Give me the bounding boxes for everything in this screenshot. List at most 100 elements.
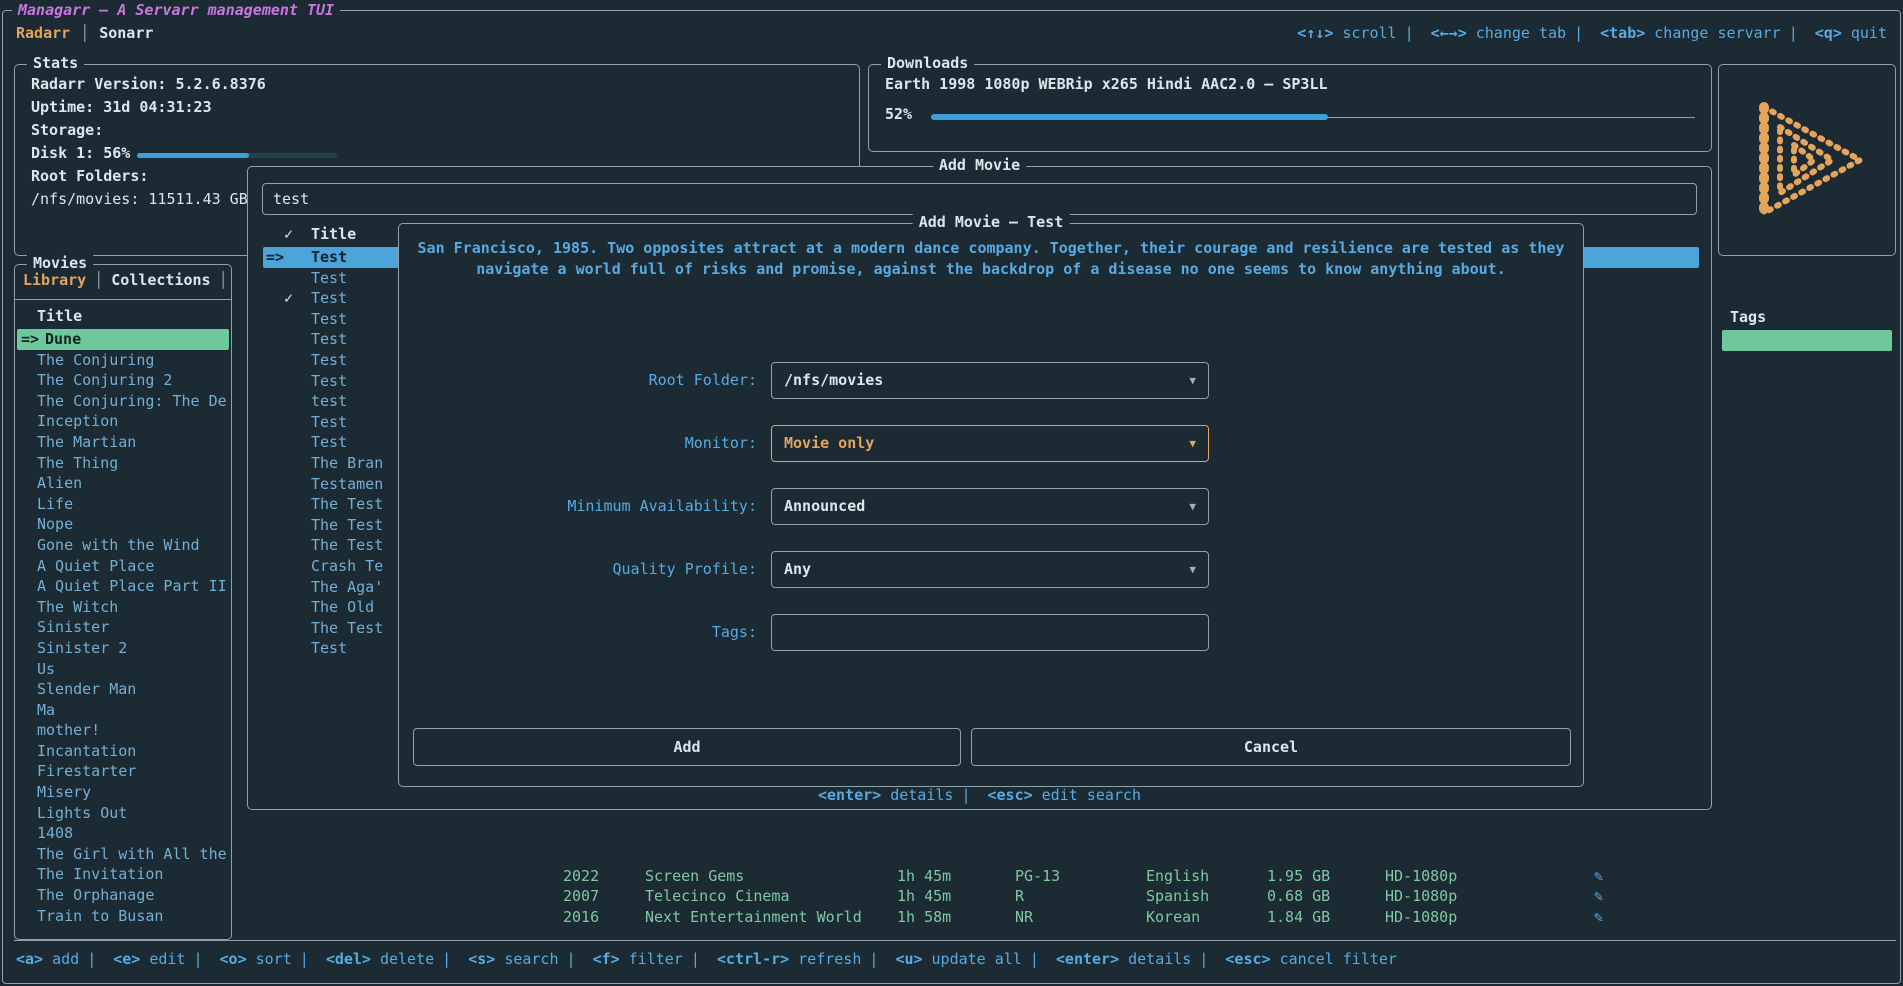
chevron-down-icon: ▼ <box>1189 489 1196 524</box>
movie-title: Life <box>17 494 229 515</box>
keybind-hint: <↑↓>scroll| <box>1297 24 1421 42</box>
keybind-hint: <esc>cancel filter| <box>1225 950 1397 968</box>
field-value-select[interactable]: Announced ▼ <box>771 488 1209 525</box>
library-table-row[interactable]: 2016 Next Entertainment World 1h 58m NR … <box>238 907 1896 928</box>
movie-list-item[interactable]: Misery <box>17 782 229 803</box>
movie-list-item[interactable]: The Thing <box>17 453 229 474</box>
movie-list-item[interactable]: The Conjuring 2 <box>17 370 229 391</box>
header-keybinds: <↑↓>scroll| <←→>change tab| <tab>change … <box>1297 24 1887 42</box>
movie-list-item[interactable]: Inception <box>17 411 229 432</box>
movie-list-item[interactable]: A Quiet Place <box>17 556 229 577</box>
cancel-button[interactable]: Cancel <box>971 728 1571 766</box>
movie-list-item[interactable]: Life <box>17 494 229 515</box>
add-button[interactable]: Add <box>413 728 961 766</box>
movies-tab-separator <box>15 299 231 300</box>
field-value-select[interactable]: Movie only ▼ <box>771 425 1209 462</box>
keybind-hint: <ctrl-r>refresh| <box>717 950 887 968</box>
movies-panel: Movies Library│Collections│ Title => Dun… <box>14 264 232 940</box>
tab-library[interactable]: Library <box>23 271 86 289</box>
movie-list-item[interactable]: mother! <box>17 720 229 741</box>
movie-list-item[interactable]: The Girl with All the <box>17 844 229 865</box>
tab-collections[interactable]: Collections <box>111 271 210 289</box>
field-value-select[interactable]: Any ▼ <box>771 551 1209 588</box>
movie-quality: HD-1080p <box>1385 907 1457 928</box>
movie-list-item[interactable]: Gone with the Wind <box>17 535 229 556</box>
field-label: Monitor: <box>399 425 757 462</box>
movie-size: 1.95 GB <box>1267 866 1330 887</box>
movie-list-item[interactable]: Us <box>17 659 229 680</box>
keybind-hint: <a>add| <box>16 950 104 968</box>
logo-wrap <box>1719 65 1895 255</box>
check-icon: ✓ <box>284 288 293 309</box>
movie-list-item[interactable]: The Conjuring: The De <box>17 391 229 412</box>
movie-year: 2022 <box>563 866 599 887</box>
add-movie-detail-modal: Add Movie — Test San Francisco, 1985. Tw… <box>398 223 1584 787</box>
movie-search-input[interactable] <box>262 183 1697 215</box>
field-label: Root Folder: <box>399 362 757 399</box>
chevron-down-icon: ▼ <box>1189 426 1196 461</box>
movie-size: 1.84 GB <box>1267 907 1330 928</box>
movie-list-item[interactable]: 1408 <box>17 823 229 844</box>
movie-list-item[interactable]: The Martian <box>17 432 229 453</box>
form-field-row: Root Folder: /nfs/movies ▼ <box>399 362 1583 399</box>
movie-language: Spanish <box>1146 886 1209 907</box>
field-label: Minimum Availability: <box>399 488 757 525</box>
footer-keybinds: <a>add| <e>edit| <o>sort| <del>delete| <… <box>16 950 1397 968</box>
movie-title: Nope <box>17 514 229 535</box>
field-value: Announced <box>784 497 865 515</box>
result-title: The Old <box>311 597 374 618</box>
movies-panel-title: Movies <box>27 254 93 272</box>
result-title: Crash Te <box>311 556 383 577</box>
movie-list-item[interactable]: Slender Man <box>17 679 229 700</box>
movie-list-item[interactable]: Incantation <box>17 741 229 762</box>
selection-arrow-icon: => <box>21 329 39 350</box>
movie-list-item[interactable]: The Orphanage <box>17 885 229 906</box>
library-table-row[interactable]: 2007 Telecinco Cinema 1h 45m R Spanish 0… <box>238 886 1896 907</box>
movie-list-item[interactable]: Alien <box>17 473 229 494</box>
tags-column-header: Tags <box>1730 308 1766 326</box>
movie-list-item[interactable]: Nope <box>17 514 229 535</box>
movie-runtime: 1h 45m <box>897 886 951 907</box>
movie-list-item[interactable]: Lights Out <box>17 803 229 824</box>
movie-title: Misery <box>17 782 229 803</box>
movie-list-item[interactable]: Firestarter <box>17 761 229 782</box>
tab-radarr[interactable]: Radarr <box>16 24 70 42</box>
movie-list-item[interactable]: The Invitation <box>17 864 229 885</box>
movie-studio: Telecinco Cinema <box>645 886 790 907</box>
download-percent: 52% <box>885 105 912 123</box>
servarr-tabbar: Radarr │ Sonarr <box>16 24 153 42</box>
result-title: Test <box>311 371 347 392</box>
library-table-row[interactable]: 2022 Screen Gems 1h 45m PG-13 English 1.… <box>238 866 1896 887</box>
logo-panel <box>1718 64 1896 256</box>
result-title: Test <box>311 432 347 453</box>
field-label: Tags: <box>399 614 757 651</box>
movie-list-item[interactable]: => Dune <box>17 329 229 350</box>
keybind-hint: <o>sort| <box>220 950 317 968</box>
movie-list-item[interactable]: Ma <box>17 700 229 721</box>
movie-list-item[interactable]: A Quiet Place Part II <box>17 576 229 597</box>
movie-list-item[interactable]: Train to Busan <box>17 906 229 927</box>
field-value-select[interactable]: ▼ <box>771 614 1209 651</box>
title-column-header: Title <box>311 225 356 243</box>
movie-title: The Conjuring 2 <box>17 370 229 391</box>
result-title: The Test <box>311 535 383 556</box>
result-title: Test <box>311 412 347 433</box>
result-title: The Bran <box>311 453 383 474</box>
download-progress-fill <box>931 114 1328 120</box>
tab-divider-icon: │ <box>219 271 228 289</box>
chevron-down-icon: ▼ <box>1189 552 1196 587</box>
movie-list-item[interactable]: Sinister <box>17 617 229 638</box>
field-value-select[interactable]: /nfs/movies ▼ <box>771 362 1209 399</box>
movie-list-item[interactable]: Sinister 2 <box>17 638 229 659</box>
keybind-hint: <s>search| <box>468 950 583 968</box>
keybind-hint: <enter>details| <box>818 786 978 804</box>
keybind-hint: <q>quit| <box>1815 24 1887 42</box>
movie-title: 1408 <box>17 823 229 844</box>
movie-list-item[interactable]: The Witch <box>17 597 229 618</box>
tab-sonarr[interactable]: Sonarr <box>99 24 153 42</box>
tab-divider-icon: │ <box>80 24 89 42</box>
downloads-panel-title: Downloads <box>881 54 974 72</box>
movie-studio: Next Entertainment World <box>645 907 862 928</box>
root-folders-label: Root Folders: <box>31 167 148 185</box>
movie-list-item[interactable]: The Conjuring <box>17 350 229 371</box>
